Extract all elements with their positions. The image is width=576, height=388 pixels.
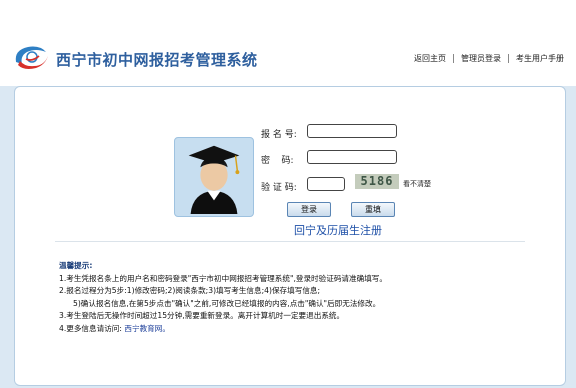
username-input[interactable]: [307, 124, 397, 138]
captcha-image[interactable]: 5186: [355, 174, 399, 189]
site-title: 西宁市初中网报招考管理系统: [56, 51, 258, 69]
nav-admin-login-link[interactable]: 管理员登录: [461, 53, 501, 64]
captcha-input[interactable]: [307, 177, 345, 191]
notice-line: 3.考生登陆后无操作时间超过15分钟,需要重新登录。离开计算机时一定要退出系统。: [59, 311, 345, 321]
notice-line: 4.更多信息请访问: 西宁教育网。: [59, 323, 387, 336]
nav-separator: [453, 54, 454, 63]
login-button[interactable]: 登录: [287, 202, 331, 217]
notice-line: 1.考生凭报名条上的用户名和密码登录"西宁市初中网报招考管理系统",登录时验证码…: [59, 273, 387, 283]
register-link[interactable]: 回宁及历届生注册: [294, 222, 382, 238]
header: 西宁市初中网报招考管理系统 返回主页 管理员登录 考生用户手册: [0, 0, 576, 86]
divider: [55, 241, 525, 242]
logo-icon: [15, 46, 48, 69]
nav-home-link[interactable]: 返回主页: [414, 53, 446, 64]
login-panel: 报 名 号: 密 码: 验 证 码: 5186 看不清楚 登录 重填 回宁及历届…: [14, 86, 566, 386]
captcha-refresh-link[interactable]: 看不清楚: [403, 179, 431, 189]
password-input[interactable]: [307, 150, 397, 164]
reset-button[interactable]: 重填: [351, 202, 395, 217]
nav-separator: [508, 54, 509, 63]
avatar: [174, 137, 254, 217]
education-site-link[interactable]: 西宁教育网。: [124, 324, 170, 333]
notice-more-prefix: 4.更多信息请访问:: [59, 323, 122, 333]
notice-line: 2.报名过程分为5步:1)修改密码;2)阅读条款;3)填写考生信息;4)保存填写…: [59, 286, 321, 296]
graduate-avatar-icon: [188, 145, 240, 215]
password-label: 密 码:: [261, 156, 294, 166]
notice-title: 温馨提示:: [59, 261, 93, 270]
nav-user-manual-link[interactable]: 考生用户手册: [516, 53, 564, 64]
username-label: 报 名 号:: [261, 130, 297, 140]
notice-line: 5)确认报名信息,在第5步点击"确认"之前,可修改已经填报的内容,点击"确认"后…: [73, 298, 381, 308]
top-nav: 返回主页 管理员登录 考生用户手册: [414, 53, 564, 64]
notice: 温馨提示: 1.考生凭报名条上的用户名和密码登录"西宁市初中网报招考管理系统",…: [59, 260, 387, 336]
captcha-label: 验 证 码:: [261, 183, 297, 193]
